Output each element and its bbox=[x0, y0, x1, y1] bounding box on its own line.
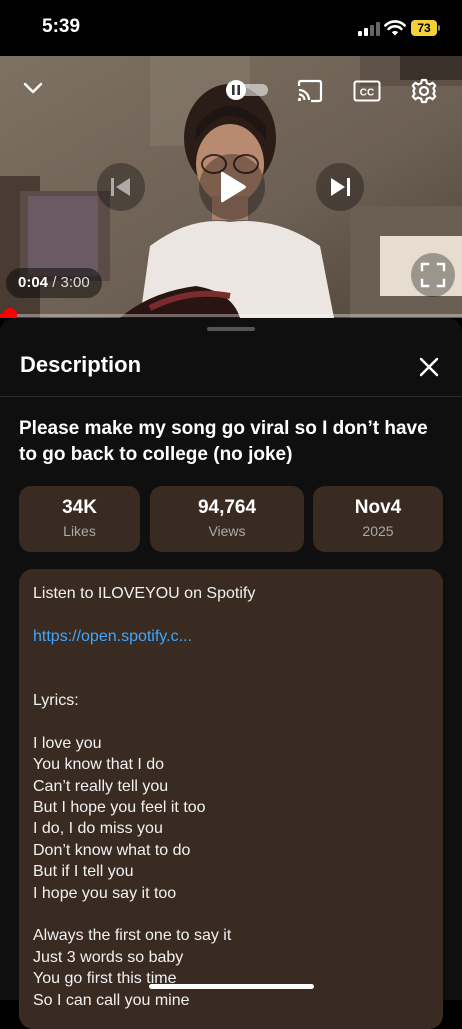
description-card: Listen to ILOVEYOU on Spotify https://op… bbox=[19, 569, 443, 1029]
play-button[interactable] bbox=[199, 154, 265, 220]
panel-title: Description bbox=[20, 352, 142, 377]
total-time: 3:00 bbox=[60, 274, 90, 291]
publish-year: 2025 bbox=[362, 523, 394, 539]
fullscreen-button[interactable] bbox=[411, 253, 455, 297]
captions-icon: CC bbox=[353, 80, 381, 102]
play-icon bbox=[221, 171, 246, 203]
time-separator: / bbox=[48, 274, 61, 291]
skip-next-icon bbox=[331, 178, 350, 196]
likes-count: 34K bbox=[62, 497, 97, 518]
lyric-line: So I can call you mine bbox=[33, 991, 190, 1009]
lyric-line: I do, I do miss you bbox=[33, 820, 163, 838]
close-icon bbox=[419, 357, 439, 377]
description-text: Listen to ILOVEYOU on Spotify https://op… bbox=[33, 583, 429, 1011]
autoplay-toggle[interactable] bbox=[224, 80, 270, 100]
status-time: 5:39 bbox=[42, 16, 81, 37]
cellular-signal-icon bbox=[358, 22, 380, 36]
likes-stat: 34K Likes bbox=[19, 486, 140, 552]
video-title: Please make my song go viral so I don’t … bbox=[19, 418, 428, 465]
gear-icon bbox=[411, 78, 437, 104]
cast-button[interactable] bbox=[294, 76, 326, 106]
views-count: 94,764 bbox=[197, 497, 257, 518]
lyric-line: Don’t know what to do bbox=[33, 841, 191, 859]
current-time: 0:04 bbox=[18, 274, 49, 291]
autoplay-toggle-icon bbox=[226, 80, 268, 100]
date-stat: Nov4 2025 bbox=[313, 486, 443, 552]
fullscreen-icon bbox=[420, 262, 446, 288]
battery-indicator: 73 bbox=[411, 20, 437, 36]
description-intro: Listen to ILOVEYOU on Spotify bbox=[33, 585, 256, 602]
lyrics-header: Lyrics: bbox=[33, 691, 79, 709]
next-button[interactable] bbox=[316, 163, 364, 211]
lyric-line: Just 3 words so baby bbox=[33, 948, 184, 966]
progress-scrubber[interactable] bbox=[3, 308, 18, 318]
views-label: Views bbox=[208, 523, 246, 539]
description-sheet: Description Please make my song go viral… bbox=[0, 318, 462, 1029]
chevron-down-icon bbox=[23, 82, 43, 94]
publish-date: Nov4 bbox=[354, 497, 402, 518]
divider bbox=[0, 396, 462, 397]
lyric-line: Can’t really tell you bbox=[33, 777, 169, 795]
lyric-line: You know that I do bbox=[33, 756, 165, 774]
cast-icon bbox=[297, 79, 323, 103]
sheet-drag-handle[interactable] bbox=[207, 327, 255, 331]
status-bar: 5:39 73 bbox=[0, 0, 462, 56]
captions-button[interactable]: CC bbox=[350, 76, 384, 106]
stats-row: 34K Likes 94,764 Views Nov4 2025 bbox=[19, 486, 443, 552]
battery-tip bbox=[438, 25, 440, 31]
lyric-line: But I hope you feel it too bbox=[33, 799, 206, 816]
likes-label: Likes bbox=[63, 523, 96, 539]
home-indicator[interactable] bbox=[149, 984, 314, 989]
previous-button[interactable] bbox=[97, 163, 145, 211]
spotify-link[interactable]: https://open.spotify.c... bbox=[33, 626, 429, 647]
video-player[interactable]: CC 0:04 / 3:00 bbox=[0, 56, 462, 318]
close-button[interactable] bbox=[412, 352, 446, 382]
views-stat: 94,764 Views bbox=[150, 486, 304, 552]
lyric-line: I love you bbox=[33, 734, 102, 752]
wifi-icon bbox=[384, 20, 406, 36]
progress-bar[interactable] bbox=[0, 308, 462, 318]
skip-previous-icon bbox=[111, 178, 130, 196]
collapse-button[interactable] bbox=[17, 72, 49, 104]
svg-text:CC: CC bbox=[360, 88, 374, 99]
lyric-line: I hope you say it too bbox=[33, 884, 177, 902]
lyric-line: But if I tell you bbox=[33, 863, 134, 881]
settings-button[interactable] bbox=[407, 74, 441, 108]
lyric-line: Always the first one to say it bbox=[33, 927, 232, 945]
time-display: 0:04 / 3:00 bbox=[6, 268, 102, 298]
